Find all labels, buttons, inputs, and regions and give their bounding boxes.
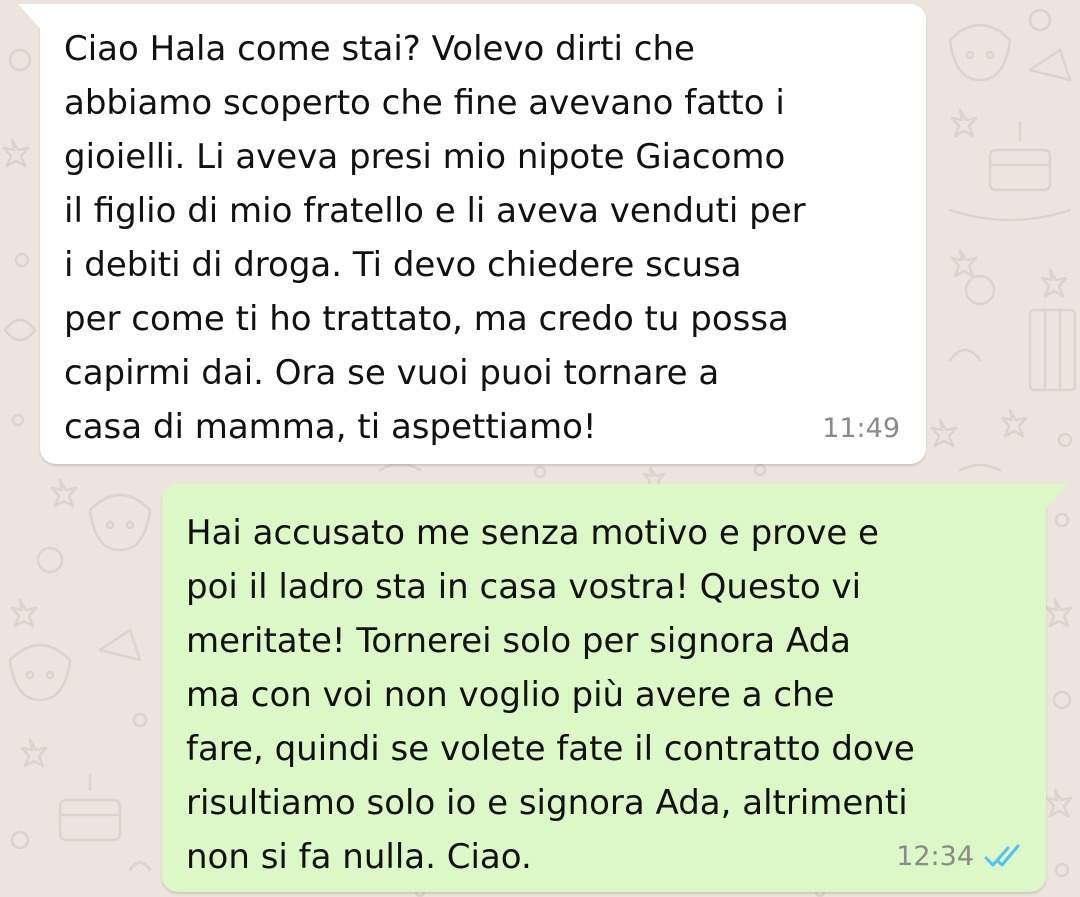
message-text: Hai accusato me senza motivo e prove e p… [186,513,915,877]
message-timestamp: 11:49 [822,413,900,444]
incoming-message-bubble[interactable]: Ciao Hala come stai? Volevo dirti che ab… [18,4,926,464]
bubble-tail [18,4,40,28]
message-meta: 11:49 [822,413,900,444]
outgoing-message-bubble[interactable]: Hai accusato me senza motivo e prove e p… [162,484,1068,892]
message-text: Ciao Hala come stai? Volevo dirti che ab… [64,29,806,447]
message-timestamp: 12:34 [896,841,974,872]
double-check-read-icon [984,844,1020,866]
bubble-tail [1046,484,1068,508]
chat-thread[interactable]: Ciao Hala come stai? Volevo dirti che ab… [0,0,1080,897]
message-meta: 12:34 [896,841,1024,872]
